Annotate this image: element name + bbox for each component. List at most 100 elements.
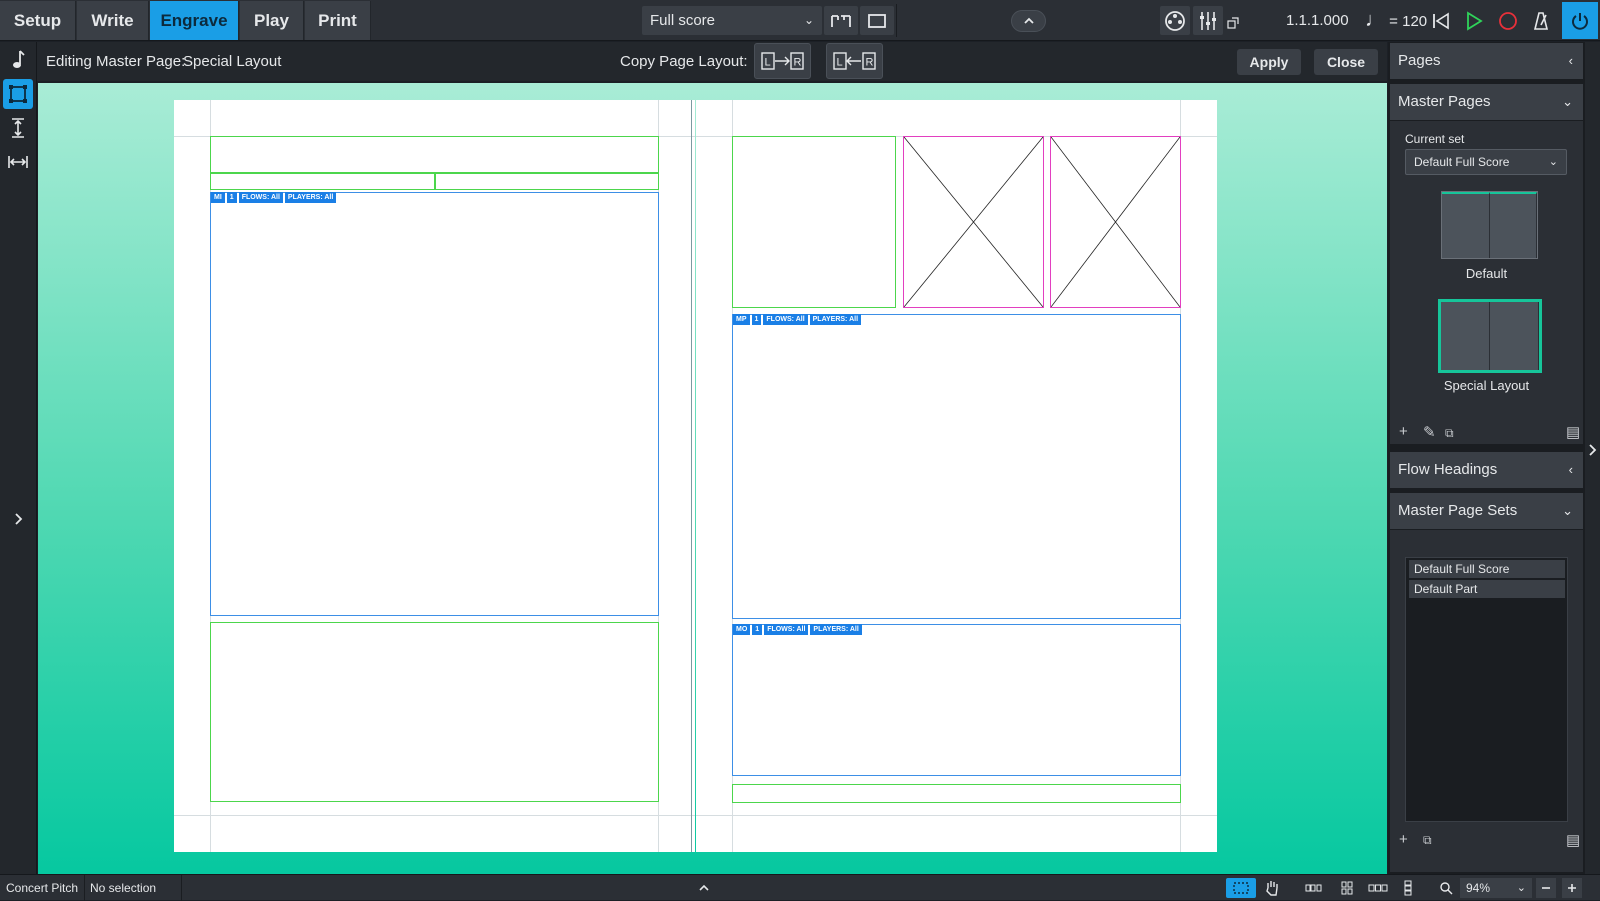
master-page-sets-title: Master Page Sets (1398, 502, 1518, 519)
frame-chain-chips: MO 1 FLOWS: All PLAYERS: All (733, 624, 862, 635)
duplicate-icon[interactable]: ⧉ (1445, 426, 1454, 441)
close-button[interactable]: Close (1314, 49, 1378, 75)
delete-trash-icon[interactable]: ▤ (1566, 831, 1580, 849)
order-chip[interactable]: 1 (751, 314, 762, 325)
master-page-thumb-default-label: Default (1465, 266, 1508, 281)
zoom-magnifier-icon[interactable] (1436, 878, 1456, 898)
players-chip[interactable]: PLAYERS: All (284, 192, 337, 203)
chevron-up-icon[interactable] (1011, 10, 1046, 32)
chevron-down-icon: ⌄ (1548, 156, 1558, 168)
staff-spacing-icon[interactable] (3, 113, 33, 143)
players-chip[interactable]: PLAYERS: All (809, 314, 862, 325)
chevron-down-icon: ⌄ (1562, 503, 1573, 518)
text-frame-subtitle-left[interactable] (210, 173, 435, 190)
music-frame[interactable]: MP 1 FLOWS: All PLAYERS: All (732, 314, 1181, 619)
right-page[interactable]: MP 1 FLOWS: All PLAYERS: All MO 1 FLOWS:… (696, 100, 1217, 852)
mode-tab-write[interactable]: Write (77, 1, 149, 40)
rewind-icon[interactable] (1426, 6, 1456, 35)
edit-pencil-icon[interactable]: ✎ (1423, 423, 1436, 441)
layout-selector[interactable]: Full score ⌄ (642, 6, 822, 35)
pages-title: Pages (1398, 52, 1441, 69)
players-chip[interactable]: PLAYERS: All (810, 624, 862, 635)
horizontal-view-icon[interactable] (1366, 878, 1390, 898)
chevron-down-icon: ⌄ (1516, 882, 1526, 894)
page-view-icon[interactable] (860, 6, 894, 35)
text-frame-title[interactable] (210, 136, 659, 173)
quarter-note-icon: ♩ (1365, 9, 1385, 31)
pages-panel-header[interactable]: Pages ‹ (1390, 43, 1583, 79)
record-icon[interactable] (1493, 6, 1523, 35)
list-item[interactable]: Default Full Score (1409, 560, 1565, 578)
master-pages-header[interactable]: Master Pages ⌄ (1390, 84, 1583, 120)
metronome-icon[interactable] (1526, 6, 1556, 35)
flows-chip[interactable]: FLOWS: All (764, 624, 809, 635)
flows-chip[interactable]: FLOWS: All (763, 314, 808, 325)
zoom-selector[interactable]: 94% ⌄ (1460, 878, 1532, 898)
play-icon[interactable] (1459, 6, 1489, 35)
chevron-right-icon[interactable] (3, 504, 33, 534)
left-page[interactable]: MI 1 FLOWS: All PLAYERS: All (174, 100, 695, 852)
order-chip[interactable]: 1 (752, 624, 763, 635)
mode-tab-engrave[interactable]: Engrave (150, 1, 239, 40)
power-icon[interactable] (1562, 2, 1598, 39)
add-master-page-icon[interactable]: + (1399, 423, 1408, 440)
zoom-in-icon[interactable] (1562, 878, 1582, 898)
tempo-readout[interactable]: ♩ = 120 (1365, 0, 1427, 41)
frame-chain-chips: MI 1 FLOWS: All PLAYERS: All (211, 192, 337, 203)
music-frame[interactable]: MO 1 FLOWS: All PLAYERS: All (732, 624, 1181, 776)
status-bar: Concert Pitch No selection 94% ⌄ (0, 874, 1600, 901)
mode-tab-print[interactable]: Print (305, 1, 371, 40)
chain-chip[interactable]: MO (733, 624, 751, 635)
chevron-up-icon[interactable] (694, 878, 714, 898)
svg-text:R: R (865, 57, 873, 69)
concert-pitch-toggle[interactable]: Concert Pitch (0, 875, 86, 901)
order-chip[interactable]: 1 (226, 192, 237, 203)
selection-tool-icon[interactable] (1226, 878, 1256, 898)
copy-left-to-right-button[interactable]: LR (754, 43, 811, 79)
copy-right-to-left-button[interactable]: LR (826, 43, 883, 79)
apply-button[interactable]: Apply (1237, 49, 1301, 75)
galley-view-icon[interactable] (824, 6, 858, 35)
master-page-sets-header[interactable]: Master Page Sets ⌄ (1390, 493, 1583, 529)
graphic-engraving-icon[interactable] (3, 45, 33, 75)
text-frame-footer[interactable] (732, 784, 1181, 803)
vertical-view-icon[interactable] (1400, 878, 1416, 898)
graphic-frame[interactable] (1050, 136, 1181, 308)
duplicate-icon[interactable]: ⧉ (1423, 833, 1432, 848)
list-item[interactable]: Default Part (1409, 580, 1565, 598)
master-pages-title: Master Pages (1398, 93, 1491, 110)
chain-chip[interactable]: MP (733, 314, 750, 325)
chevron-left-icon: ‹ (1568, 462, 1573, 477)
master-page-thumb-default[interactable] (1441, 191, 1538, 259)
mode-tab-play[interactable]: Play (240, 1, 304, 40)
frames-tool-icon[interactable] (3, 79, 33, 109)
add-set-icon[interactable]: + (1399, 831, 1408, 848)
top-toolbar: Setup Write Engrave Play Print Full scor… (0, 0, 1600, 41)
small-window-icon[interactable] (1224, 14, 1242, 32)
pages-panel: Pages ‹ Master Pages ⌄ Current set Defau… (1388, 42, 1585, 874)
music-frame[interactable]: MI 1 FLOWS: All PLAYERS: All (210, 192, 659, 616)
chain-chip[interactable]: MI (211, 192, 225, 203)
text-frame[interactable] (732, 136, 896, 308)
master-page-thumb-special[interactable] (1438, 299, 1542, 373)
delete-trash-icon[interactable]: ▤ (1566, 423, 1580, 441)
mixer-icon[interactable] (1193, 6, 1223, 35)
system-formatting-icon[interactable] (3, 147, 33, 177)
text-frame-subtitle-right[interactable] (435, 173, 659, 190)
chevron-right-icon[interactable] (1587, 443, 1597, 462)
grid-view-icon[interactable] (1336, 878, 1358, 898)
editing-master-page-label: Editing Master Page: (46, 53, 186, 70)
engrave-toolbox (0, 42, 37, 874)
mode-tab-setup[interactable]: Setup (0, 1, 76, 40)
chevron-left-icon: ‹ (1568, 53, 1573, 68)
zoom-out-icon[interactable] (1536, 878, 1556, 898)
spread-view-icon[interactable] (1304, 878, 1326, 898)
hand-tool-icon[interactable] (1260, 878, 1284, 898)
text-frame-bottom[interactable] (210, 622, 659, 802)
video-reel-icon[interactable] (1160, 6, 1190, 35)
current-set-selector[interactable]: Default Full Score ⌄ (1405, 149, 1567, 175)
music-area[interactable]: MI 1 FLOWS: All PLAYERS: All MP 1 FLOWS:… (38, 83, 1387, 874)
flows-chip[interactable]: FLOWS: All (238, 192, 283, 203)
flow-headings-header[interactable]: Flow Headings ‹ (1390, 452, 1583, 488)
graphic-frame[interactable] (903, 136, 1044, 308)
